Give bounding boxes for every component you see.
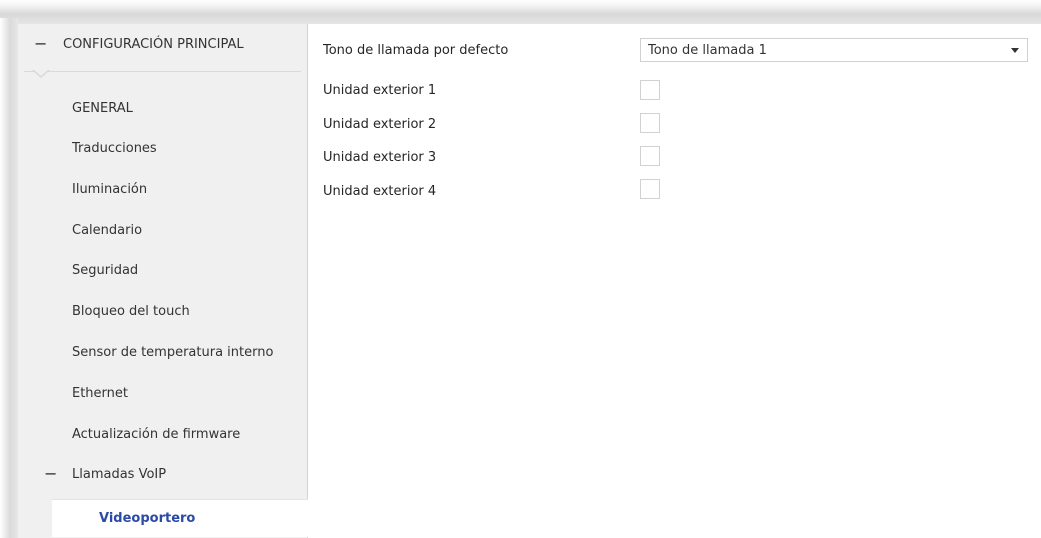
sidebar-item-traducciones[interactable]: Traducciones xyxy=(72,141,157,156)
sidebar-item-sensor-temperatura[interactable]: Sensor de temperatura interno xyxy=(72,345,273,360)
sidebar-item-iluminacion[interactable]: Iluminación xyxy=(72,182,147,197)
sidebar-item-actualizacion-firmware[interactable]: Actualización de firmware xyxy=(72,427,240,442)
ringtone-label: Tono de llamada por defecto xyxy=(323,43,509,58)
sidebar-item-general[interactable]: GENERAL xyxy=(72,101,133,116)
ringtone-select-value: Tono de llamada 1 xyxy=(648,43,767,58)
outdoor-unit-3-checkbox[interactable] xyxy=(640,146,660,166)
sidebar-item-llamadas-voip[interactable]: Llamadas VoIP xyxy=(72,467,166,482)
voip-collapse-minus-icon[interactable]: − xyxy=(44,464,57,483)
sidebar-item-calendario[interactable]: Calendario xyxy=(72,223,142,238)
outdoor-unit-2-label: Unidad exterior 2 xyxy=(323,117,437,132)
sidebar-item-videoportero-label: Videoportero xyxy=(99,511,196,526)
collapse-minus-icon[interactable]: − xyxy=(34,34,47,54)
ringtone-select[interactable]: Tono de llamada 1 xyxy=(640,38,1028,62)
sidebar-item-ethernet[interactable]: Ethernet xyxy=(72,386,128,401)
dropdown-arrow-icon xyxy=(1011,48,1019,53)
sidebar-item-bloqueo-touch[interactable]: Bloqueo del touch xyxy=(72,304,190,319)
config-window: − CONFIGURACIÓN PRINCIPAL GENERAL Traduc… xyxy=(18,24,1041,538)
outdoor-unit-4-label: Unidad exterior 4 xyxy=(323,184,437,199)
outdoor-unit-1-label: Unidad exterior 1 xyxy=(323,83,437,98)
sidebar: − CONFIGURACIÓN PRINCIPAL GENERAL Traduc… xyxy=(18,24,308,538)
outdoor-unit-3-label: Unidad exterior 3 xyxy=(323,150,437,165)
outdoor-unit-2-checkbox[interactable] xyxy=(640,113,660,133)
outdoor-unit-1-checkbox[interactable] xyxy=(640,80,660,100)
expand-caret-fill xyxy=(33,69,49,76)
sidebar-item-seguridad[interactable]: Seguridad xyxy=(72,263,138,278)
window-shadow-left xyxy=(0,18,18,538)
outdoor-unit-4-checkbox[interactable] xyxy=(640,179,660,199)
sidebar-header-main-config[interactable]: − CONFIGURACIÓN PRINCIPAL xyxy=(18,24,307,72)
sidebar-header-label: CONFIGURACIÓN PRINCIPAL xyxy=(63,37,244,52)
sidebar-item-videoportero[interactable]: Videoportero xyxy=(52,499,308,537)
